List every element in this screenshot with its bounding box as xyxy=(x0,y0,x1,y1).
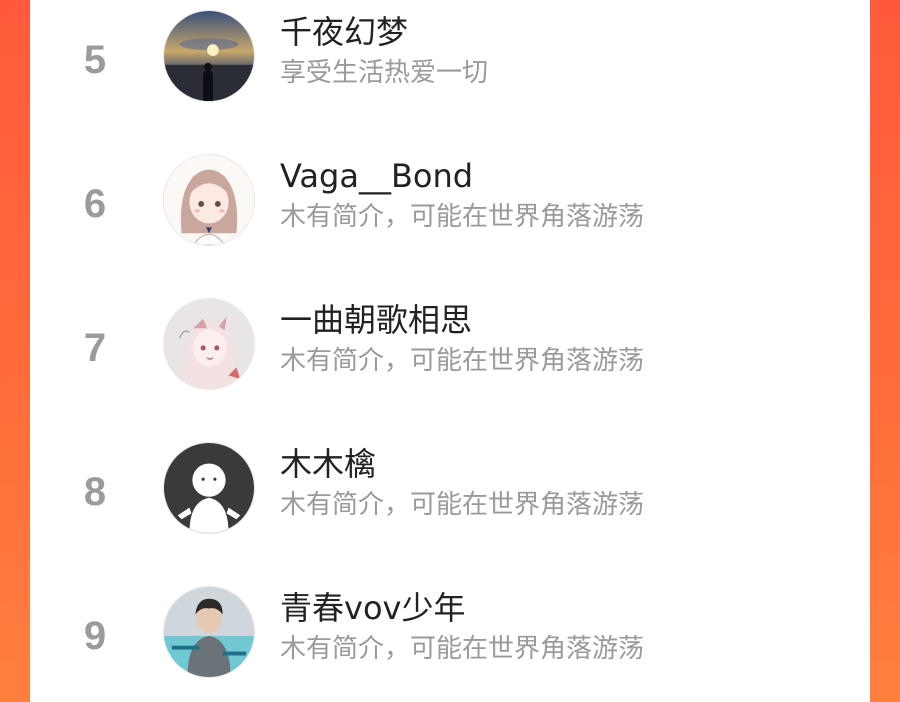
user-bio: 木有简介，可能在世界角落游荡 xyxy=(280,634,645,664)
avatar[interactable] xyxy=(163,154,255,246)
list-item[interactable]: 5 千夜幻梦 享受生活热爱一切 xyxy=(30,0,870,144)
list-item[interactable]: 7 一曲朝歌相思 木有简介，可能在世界角落游荡 xyxy=(30,288,870,432)
sunset-silhouette-avatar-icon xyxy=(164,11,254,101)
rank-number: 9 xyxy=(83,614,107,658)
user-name[interactable]: 青春vov少年 xyxy=(280,588,465,628)
user-bio: 木有简介，可能在世界角落游荡 xyxy=(280,202,645,232)
rank-number: 6 xyxy=(83,182,107,226)
rank-number: 7 xyxy=(83,326,107,370)
user-name[interactable]: 千夜幻梦 xyxy=(280,12,408,52)
rank-number: 5 xyxy=(83,38,107,82)
photo-boy-avatar-icon xyxy=(164,587,254,677)
list-item[interactable]: 8 木木檎 木有简介，可能在世界角落游荡 xyxy=(30,432,870,576)
avatar[interactable] xyxy=(163,298,255,390)
avatar[interactable] xyxy=(163,442,255,534)
ranking-list: 5 千夜幻梦 享受生活热爱一切 6 Vaga__Bond 木有简介，可能在世界角… xyxy=(30,0,870,702)
user-bio: 木有简介，可能在世界角落游荡 xyxy=(280,490,645,520)
user-name[interactable]: 木木檎 xyxy=(280,444,376,484)
anime-girl-avatar-icon xyxy=(164,155,254,245)
user-name[interactable]: Vaga__Bond xyxy=(280,156,473,196)
user-name[interactable]: 一曲朝歌相思 xyxy=(280,300,472,340)
list-item[interactable]: 9 青春vov少年 木有简介，可能在世界角落游荡 xyxy=(30,576,870,702)
user-bio: 享受生活热爱一切 xyxy=(280,58,489,88)
avatar[interactable] xyxy=(163,586,255,678)
user-bio: 木有简介，可能在世界角落游荡 xyxy=(280,346,645,376)
rank-number: 8 xyxy=(83,470,107,514)
anime-illustration-avatar-icon xyxy=(164,299,254,389)
ranking-page: 5 千夜幻梦 享受生活热爱一切 6 Vaga__Bond 木有简介，可能在世界角… xyxy=(0,0,900,702)
list-item[interactable]: 6 Vaga__Bond 木有简介，可能在世界角落游荡 xyxy=(30,144,870,288)
avatar[interactable] xyxy=(163,10,255,102)
default-user-avatar-icon xyxy=(164,443,254,533)
